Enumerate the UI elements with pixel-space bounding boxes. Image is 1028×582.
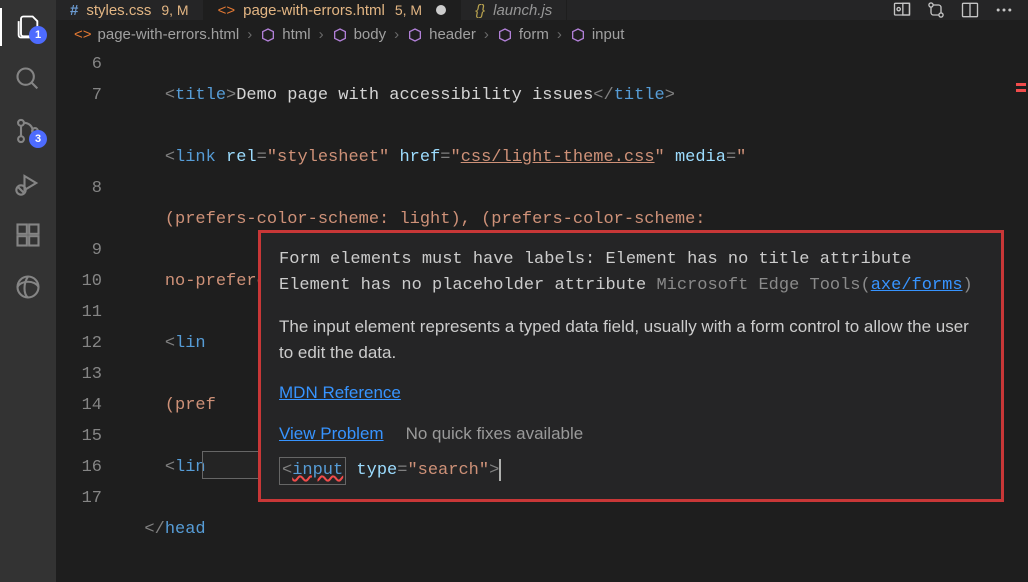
- explorer-icon[interactable]: 1: [13, 12, 43, 42]
- diff-icon[interactable]: [926, 0, 946, 20]
- view-problem-link[interactable]: View Problem: [279, 421, 384, 447]
- run-debug-icon[interactable]: [13, 168, 43, 198]
- source-control-icon[interactable]: 3: [13, 116, 43, 146]
- explorer-badge: 1: [29, 26, 47, 44]
- tab-page-with-errors[interactable]: <> page-with-errors.html 5, M: [204, 0, 461, 20]
- hover-message: Form elements must have labels: Element …: [279, 247, 983, 300]
- no-fix-label: No quick fixes available: [406, 421, 584, 447]
- scm-badge: 3: [29, 130, 47, 148]
- hover-popup: Form elements must have labels: Element …: [258, 230, 1004, 502]
- minimap[interactable]: [1010, 49, 1028, 582]
- activity-bar: 1 3: [0, 0, 56, 582]
- split-editor-icon[interactable]: [960, 0, 980, 20]
- dirty-indicator-icon: [436, 5, 446, 15]
- tab-launch-js[interactable]: {} launch.js: [461, 0, 567, 20]
- open-preview-icon[interactable]: [892, 0, 912, 20]
- mdn-link[interactable]: MDN Reference: [279, 383, 401, 402]
- tab-styles-css[interactable]: # styles.css 9, M: [56, 0, 204, 20]
- hover-description: The input element represents a typed dat…: [279, 314, 983, 367]
- rule-link[interactable]: axe/forms: [871, 276, 963, 295]
- search-icon[interactable]: [13, 64, 43, 94]
- tab-actions: [878, 0, 1028, 20]
- tab-bar: # styles.css 9, M <> page-with-errors.ht…: [56, 0, 1028, 20]
- more-actions-icon[interactable]: [994, 0, 1014, 20]
- line-gutter: 67 8910 11121314 151617: [56, 49, 124, 582]
- edge-tools-icon[interactable]: [13, 272, 43, 302]
- extensions-icon[interactable]: [13, 220, 43, 250]
- breadcrumb[interactable]: <>page-with-errors.html › html › body › …: [56, 20, 1028, 49]
